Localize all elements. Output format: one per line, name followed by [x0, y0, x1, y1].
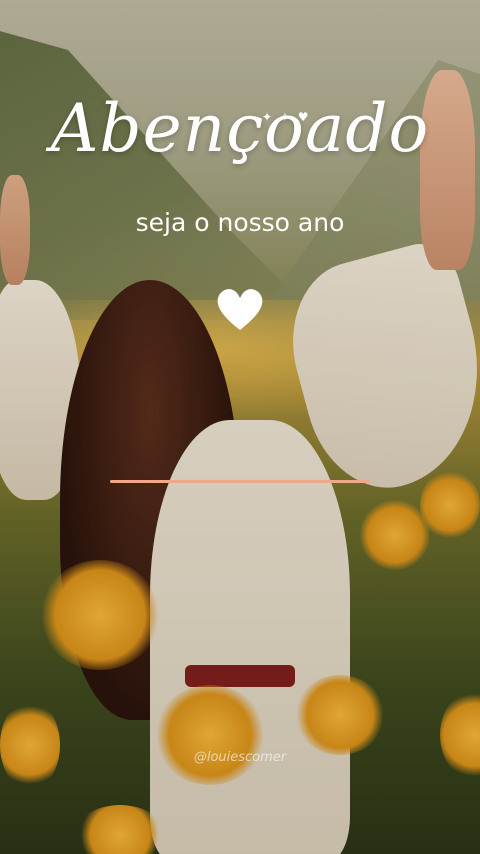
page-title: Abençoado — [50, 90, 430, 167]
heart-icon — [217, 289, 263, 330]
subtitle-text: seja o nosso ano — [135, 208, 345, 237]
watermark: @louiescomer — [193, 750, 287, 765]
sparkle-icon: ✦ ✧ ♥ — [262, 110, 311, 124]
subtitle: seja o nosso ano — [0, 208, 480, 237]
divider-line — [110, 480, 370, 483]
